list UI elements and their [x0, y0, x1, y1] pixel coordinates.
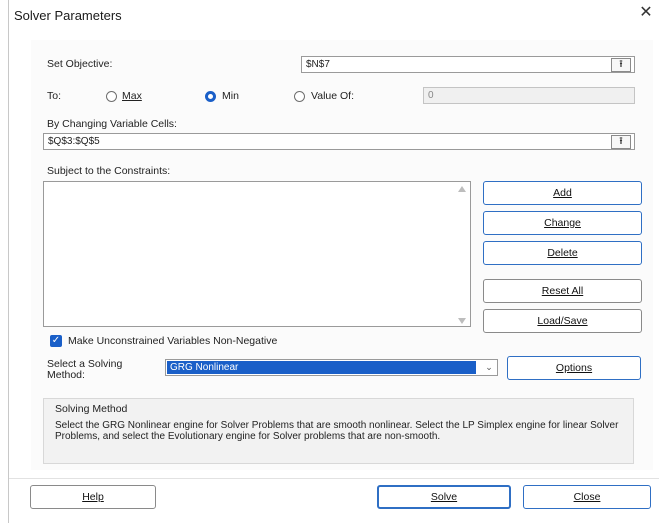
close-icon[interactable]: ✕ [637, 4, 655, 22]
change-button[interactable]: Change [483, 211, 642, 235]
solving-method-title: Solving Method [55, 403, 128, 415]
min-radio[interactable] [205, 91, 216, 102]
solving-method-select[interactable]: GRG Nonlinear ⌄ [165, 359, 498, 376]
solve-button[interactable]: Solve [377, 485, 511, 509]
add-button[interactable]: Add [483, 181, 642, 205]
load-save-button[interactable]: Load/Save [483, 309, 642, 333]
to-label: To: [47, 90, 62, 102]
scroll-up-icon[interactable] [458, 186, 466, 192]
dialog-title: Solver Parameters [14, 8, 122, 23]
changing-cells-range-select-icon[interactable]: ⭱ [611, 135, 631, 149]
solving-method-selected[interactable]: GRG Nonlinear [167, 361, 476, 374]
scroll-down-icon[interactable] [458, 318, 466, 324]
objective-range-select-icon[interactable]: ⭱ [611, 58, 631, 72]
reset-all-button[interactable]: Reset All [483, 279, 642, 303]
delete-button[interactable]: Delete [483, 241, 642, 265]
checkbox-checked-icon[interactable]: ✓ [50, 335, 62, 347]
value-of-input[interactable]: 0 [423, 87, 635, 104]
footer-divider [9, 478, 659, 479]
max-radio-label[interactable]: Max [122, 90, 142, 102]
max-radio[interactable] [106, 91, 117, 102]
method-label: Select a Solving Method: [47, 358, 123, 381]
nonnegative-label[interactable]: Make Unconstrained Variables Non-Negativ… [68, 335, 277, 347]
close-button[interactable]: Close [523, 485, 651, 509]
objective-input[interactable]: $N$7 [301, 56, 635, 73]
solving-method-description: Select the GRG Nonlinear engine for Solv… [55, 420, 619, 442]
constraints-list[interactable] [43, 181, 471, 327]
changing-cells-input[interactable]: $Q$3:$Q$5 [43, 133, 635, 150]
value-of-radio[interactable] [294, 91, 305, 102]
options-button[interactable]: Options [507, 356, 641, 380]
help-button[interactable]: Help [30, 485, 156, 509]
constraints-label: Subject to the Constraints: [47, 165, 171, 177]
chevron-down-icon[interactable]: ⌄ [482, 361, 496, 374]
value-of-radio-label[interactable]: Value Of: [311, 90, 354, 102]
changing-cells-label: By Changing Variable Cells: [47, 118, 177, 130]
objective-label: Set Objective: [47, 58, 113, 70]
min-radio-label[interactable]: Min [222, 90, 239, 102]
